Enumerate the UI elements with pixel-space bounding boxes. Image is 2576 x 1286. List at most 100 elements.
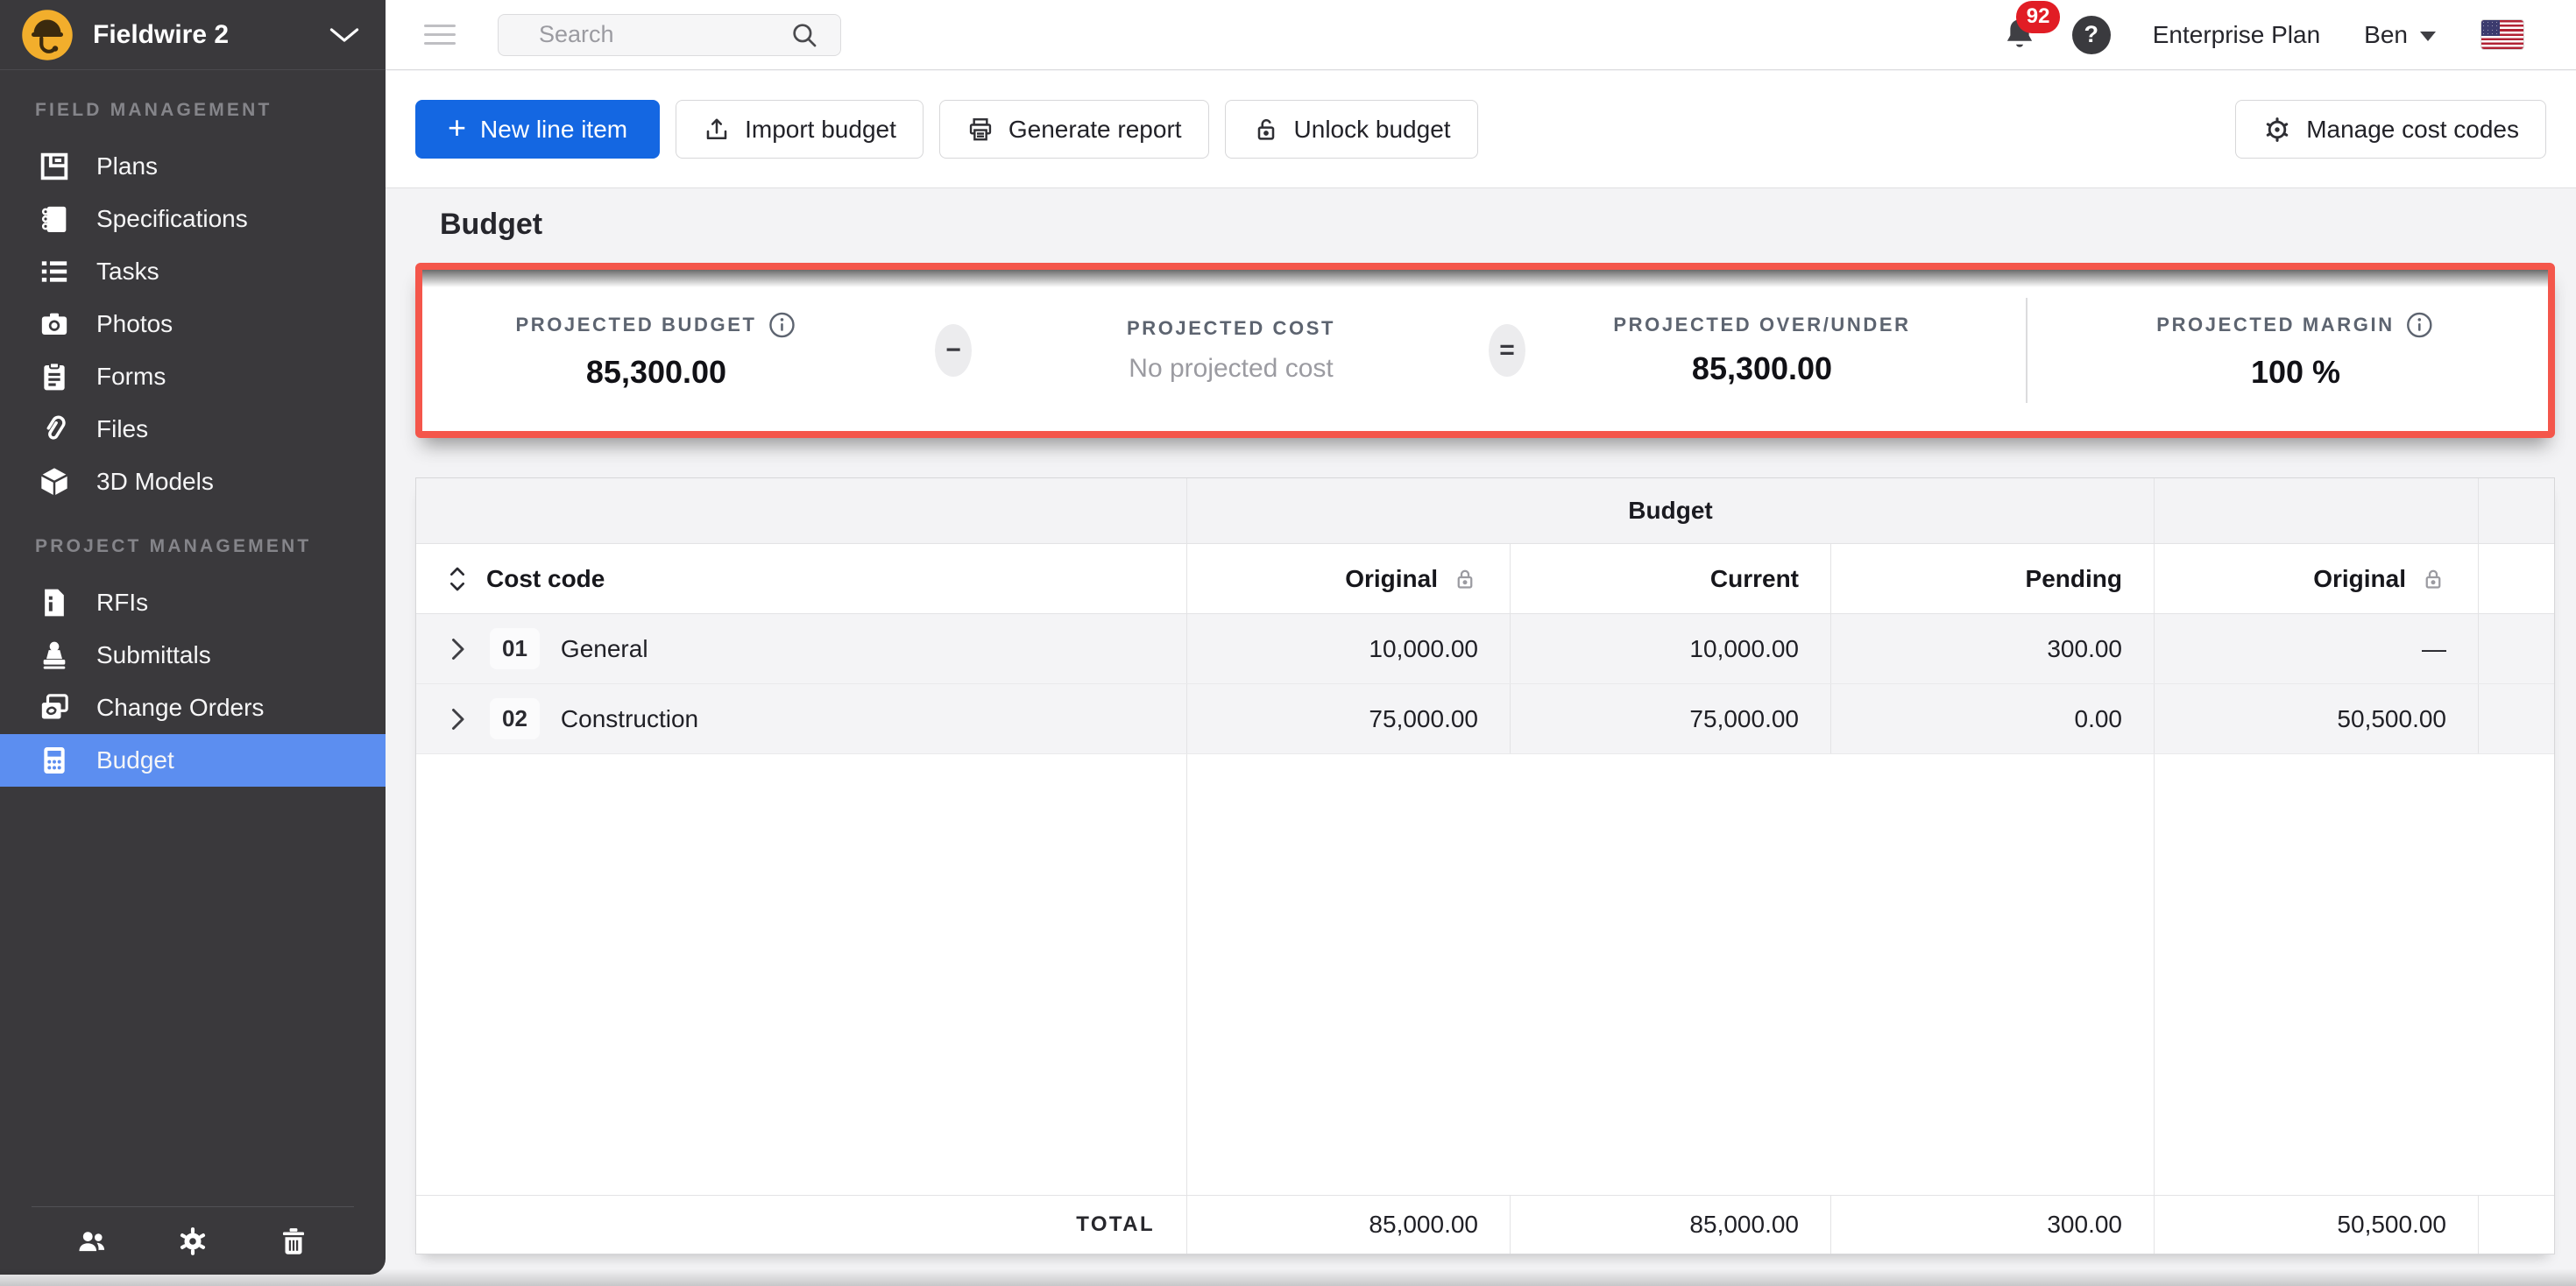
lock-icon bbox=[1452, 566, 1478, 592]
projected-margin-value: 100 % bbox=[2156, 354, 2434, 391]
sidebar-item-plans[interactable]: Plans bbox=[0, 140, 386, 193]
sidebar-item-label: Budget bbox=[96, 746, 174, 774]
projected-over-under-value: 85,300.00 bbox=[1613, 350, 1910, 387]
cost-code-name: General bbox=[561, 635, 648, 663]
table-total-row: TOTAL 85,000.00 85,000.00 300.00 50,500.… bbox=[416, 1196, 2554, 1254]
pending-header[interactable]: Pending bbox=[1831, 544, 2155, 613]
people-button[interactable] bbox=[75, 1225, 109, 1258]
sidebar-item-files[interactable]: Files bbox=[0, 403, 386, 456]
sort-icon[interactable] bbox=[448, 565, 467, 593]
import-budget-button[interactable]: Import budget bbox=[676, 100, 924, 159]
topbar: 92 ? Enterprise Plan Ben bbox=[386, 0, 2576, 70]
minus-operator: − bbox=[935, 324, 972, 377]
sidebar-item-specifications[interactable]: Specifications bbox=[0, 193, 386, 245]
notifications-button[interactable]: 92 bbox=[2000, 13, 2041, 57]
trash-button[interactable] bbox=[277, 1225, 310, 1258]
original-locked-cell[interactable]: — bbox=[2155, 614, 2479, 683]
original-locked-cell[interactable]: 50,500.00 bbox=[2155, 684, 2479, 753]
upload-icon bbox=[703, 116, 731, 144]
pending-cell[interactable]: 300.00 bbox=[1831, 614, 2155, 683]
total-original-locked: 50,500.00 bbox=[2155, 1196, 2479, 1254]
projected-budget-label: PROJECTED BUDGET bbox=[515, 314, 756, 336]
cost-code-badge: 01 bbox=[490, 628, 540, 669]
sidebar-item-label: Plans bbox=[96, 152, 158, 180]
forms-icon bbox=[35, 359, 74, 394]
current-cell[interactable]: 10,000.00 bbox=[1511, 614, 1831, 683]
info-icon[interactable] bbox=[2405, 310, 2435, 340]
original-locked-header[interactable]: Original bbox=[2155, 544, 2479, 613]
photos-icon bbox=[35, 307, 74, 342]
calculator-icon bbox=[35, 743, 74, 778]
sidebar-item-label: Change Orders bbox=[96, 694, 264, 722]
unlock-budget-button[interactable]: Unlock budget bbox=[1225, 100, 1478, 159]
new-line-item-button[interactable]: + New line item bbox=[415, 100, 660, 159]
cost-code-cell: 01 General bbox=[416, 614, 1187, 683]
plan-label[interactable]: Enterprise Plan bbox=[2153, 21, 2320, 49]
equals-operator: = bbox=[1489, 324, 1525, 377]
projected-cost-label: PROJECTED COST bbox=[1127, 317, 1335, 340]
sidebar-item-label: Forms bbox=[96, 363, 166, 391]
total-current: 85,000.00 bbox=[1511, 1196, 1831, 1254]
pending-cell[interactable]: 0.00 bbox=[1831, 684, 2155, 753]
change-orders-icon bbox=[35, 690, 74, 725]
sidebar-item-label: Submittals bbox=[96, 641, 211, 669]
page-title: Budget bbox=[440, 208, 542, 242]
projected-margin-label: PROJECTED MARGIN bbox=[2156, 314, 2394, 336]
expand-chevron-icon[interactable] bbox=[448, 636, 467, 662]
unlock-icon bbox=[1252, 116, 1280, 144]
search-icon bbox=[789, 20, 819, 50]
caret-down-icon bbox=[2420, 32, 2436, 41]
search-box[interactable] bbox=[498, 14, 841, 56]
sidebar-item-label: Specifications bbox=[96, 205, 248, 233]
chevron-down-icon bbox=[329, 27, 359, 43]
sidebar-item-label: Files bbox=[96, 415, 148, 443]
fieldwire-logo bbox=[21, 9, 74, 61]
sidebar-nav: FIELD MANAGEMENT Plans Specifications Ta… bbox=[0, 70, 386, 1206]
sidebar-item-label: Photos bbox=[96, 310, 173, 338]
original-cell[interactable]: 10,000.00 bbox=[1187, 614, 1511, 683]
cube-icon bbox=[35, 464, 74, 499]
original-header[interactable]: Original bbox=[1187, 544, 1511, 613]
user-menu[interactable]: Ben bbox=[2364, 21, 2436, 49]
sidebar-item-tasks[interactable]: Tasks bbox=[0, 245, 386, 298]
table-row-construction[interactable]: 02 Construction 75,000.00 75,000.00 0.00… bbox=[416, 684, 2554, 754]
menu-icon[interactable] bbox=[424, 18, 456, 51]
table-header-row: Cost code Original Current Pending Origi… bbox=[416, 544, 2554, 614]
user-name: Ben bbox=[2364, 21, 2408, 49]
section-field-management: FIELD MANAGEMENT bbox=[0, 100, 386, 121]
generate-report-button[interactable]: Generate report bbox=[939, 100, 1209, 159]
help-button[interactable]: ? bbox=[2072, 16, 2111, 54]
sidebar-item-submittals[interactable]: Submittals bbox=[0, 629, 386, 682]
cost-code-badge: 02 bbox=[490, 698, 540, 739]
original-cell[interactable]: 75,000.00 bbox=[1187, 684, 1511, 753]
expand-chevron-icon[interactable] bbox=[448, 706, 467, 732]
cost-code-cell: 02 Construction bbox=[416, 684, 1187, 753]
table-row-general[interactable]: 01 General 10,000.00 10,000.00 300.00 — bbox=[416, 614, 2554, 684]
current-cell[interactable]: 75,000.00 bbox=[1511, 684, 1831, 753]
sidebar-item-change-orders[interactable]: Change Orders bbox=[0, 682, 386, 734]
search-input[interactable] bbox=[539, 21, 789, 48]
sidebar-item-rfis[interactable]: RFIs bbox=[0, 576, 386, 629]
sidebar-item-photos[interactable]: Photos bbox=[0, 298, 386, 350]
metric-divider bbox=[2026, 298, 2028, 403]
printer-icon bbox=[966, 116, 994, 144]
sidebar-item-label: RFIs bbox=[96, 589, 148, 617]
sidebar-item-3d-models[interactable]: 3D Models bbox=[0, 456, 386, 508]
projected-budget-value: 85,300.00 bbox=[515, 354, 796, 391]
cost-code-header[interactable]: Cost code bbox=[416, 544, 1187, 613]
sidebar-item-forms[interactable]: Forms bbox=[0, 350, 386, 403]
manage-cost-codes-button[interactable]: Manage cost codes bbox=[2235, 100, 2546, 159]
settings-button[interactable] bbox=[176, 1225, 209, 1258]
info-icon[interactable] bbox=[768, 310, 797, 340]
language-flag-us[interactable] bbox=[2481, 20, 2523, 49]
table-empty-area bbox=[416, 754, 2554, 1196]
project-switcher[interactable]: Fieldwire 2 bbox=[0, 0, 386, 70]
total-pending: 300.00 bbox=[1831, 1196, 2155, 1254]
projected-budget-metric: PROJECTED BUDGET 85,300.00 bbox=[515, 310, 796, 391]
sidebar-item-budget[interactable]: Budget bbox=[0, 734, 386, 787]
total-original: 85,000.00 bbox=[1187, 1196, 1511, 1254]
table-group-header-row: Budget bbox=[416, 478, 2554, 544]
current-header[interactable]: Current bbox=[1511, 544, 1831, 613]
tasks-icon bbox=[35, 254, 74, 289]
specifications-icon bbox=[35, 201, 74, 237]
